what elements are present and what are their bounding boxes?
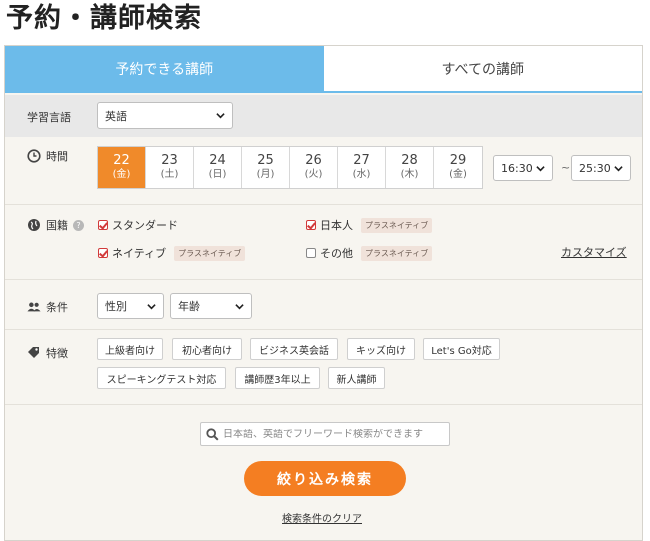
time-range-separator: ~ xyxy=(561,161,571,174)
nationality-label-group: 国籍 ? xyxy=(27,217,84,233)
search-panel: 予約できる講師 すべての講師 学習言語 英語 時間 22 (金) 23 (土) 24… xyxy=(4,45,643,541)
chevron-down-icon xyxy=(235,304,244,310)
plus-native-badge: プラスネイティブ xyxy=(361,217,433,233)
time-label-group: 時間 xyxy=(27,148,68,164)
chevron-down-icon xyxy=(216,113,225,119)
features-label: 特徴 xyxy=(46,347,68,360)
age-select[interactable]: 年齢 xyxy=(170,293,252,319)
gender-select[interactable]: 性別 xyxy=(97,293,164,319)
date-option[interactable]: 29 (金) xyxy=(434,147,482,188)
chevron-down-icon xyxy=(536,166,545,172)
checkbox[interactable] xyxy=(306,220,316,230)
checkbox[interactable] xyxy=(306,248,316,258)
chevron-down-icon xyxy=(614,166,623,172)
feature-tag-experienced[interactable]: 講師歴3年以上 xyxy=(235,367,320,389)
plus-native-badge: プラスネイティブ xyxy=(361,245,433,261)
language-select[interactable]: 英語 xyxy=(97,102,233,129)
customize-link[interactable]: カスタマイズ xyxy=(561,244,627,260)
features-label-group: 特徴 xyxy=(27,345,68,361)
date-option[interactable]: 26 (火) xyxy=(290,147,338,188)
nationality-option-japanese[interactable]: 日本人 プラスネイティブ xyxy=(306,217,433,233)
conditions-label-group: 条件 xyxy=(27,299,68,315)
feature-tag-speaking-test[interactable]: スピーキングテスト対応 xyxy=(97,367,226,389)
chevron-down-icon xyxy=(147,304,156,310)
plus-native-badge: プラスネイティブ xyxy=(174,245,246,261)
conditions-label: 条件 xyxy=(46,301,68,314)
time-label: 時間 xyxy=(46,150,68,163)
page-title: 予約・講師検索 xyxy=(6,3,202,34)
tab-all-teachers[interactable]: すべての講師 xyxy=(324,46,643,91)
date-option[interactable]: 25 (月) xyxy=(242,147,290,188)
checkbox[interactable] xyxy=(98,220,108,230)
date-picker: 22 (金) 23 (土) 24 (日) 25 (月) 26 (火) 27 (水) 28 (木… xyxy=(97,146,483,189)
divider xyxy=(5,279,642,280)
date-option[interactable]: 24 (日) xyxy=(194,147,242,188)
feature-tag-business[interactable]: ビジネス英会話 xyxy=(250,338,338,360)
help-icon[interactable]: ? xyxy=(73,219,84,231)
feature-tag-kids[interactable]: キッズ向け xyxy=(347,338,415,360)
search-input[interactable] xyxy=(223,428,443,440)
feature-tag-lets-go[interactable]: Let's Go対応 xyxy=(423,338,500,360)
nationality-option-standard[interactable]: スタンダード xyxy=(98,217,178,233)
language-select-value: 英語 xyxy=(105,109,127,123)
feature-tag-beginner[interactable]: 初心者向け xyxy=(172,338,242,360)
feature-tag-new-teacher[interactable]: 新人講師 xyxy=(328,367,385,389)
clear-conditions-link[interactable]: 検索条件のクリア xyxy=(282,510,362,525)
date-option[interactable]: 28 (木) xyxy=(386,147,434,188)
clock-icon xyxy=(27,149,41,163)
tag-icon xyxy=(27,346,41,360)
gender-select-value: 性別 xyxy=(105,300,127,313)
language-row: 学習言語 英語 xyxy=(5,95,642,137)
nationality-label: 国籍 xyxy=(46,219,68,232)
divider xyxy=(5,204,642,205)
filter-search-button[interactable]: 絞り込み検索 xyxy=(244,461,406,496)
date-option[interactable]: 22 (金) xyxy=(98,147,146,188)
feature-tag-advanced[interactable]: 上級者向け xyxy=(97,338,163,360)
nationality-option-other[interactable]: その他 プラスネイティブ xyxy=(306,245,433,261)
start-time-value: 16:30 xyxy=(501,161,533,175)
tab-bar: 予約できる講師 すべての講師 xyxy=(5,46,642,93)
checkbox[interactable] xyxy=(98,248,108,258)
divider xyxy=(5,404,642,405)
users-icon xyxy=(27,300,41,314)
tab-bookable-teachers[interactable]: 予約できる講師 xyxy=(5,46,324,91)
date-option[interactable]: 23 (土) xyxy=(146,147,194,188)
start-time-select[interactable]: 16:30 xyxy=(493,155,553,181)
nationality-option-native[interactable]: ネイティブ プラスネイティブ xyxy=(98,245,246,261)
search-icon xyxy=(206,427,219,441)
language-label: 学習言語 xyxy=(27,111,71,124)
end-time-value: 25:30 xyxy=(579,161,611,175)
age-select-value: 年齢 xyxy=(178,300,200,313)
divider xyxy=(5,329,642,330)
free-word-search xyxy=(200,422,450,446)
end-time-select[interactable]: 25:30 xyxy=(571,155,631,181)
globe-icon xyxy=(27,218,41,232)
date-option[interactable]: 27 (水) xyxy=(338,147,386,188)
